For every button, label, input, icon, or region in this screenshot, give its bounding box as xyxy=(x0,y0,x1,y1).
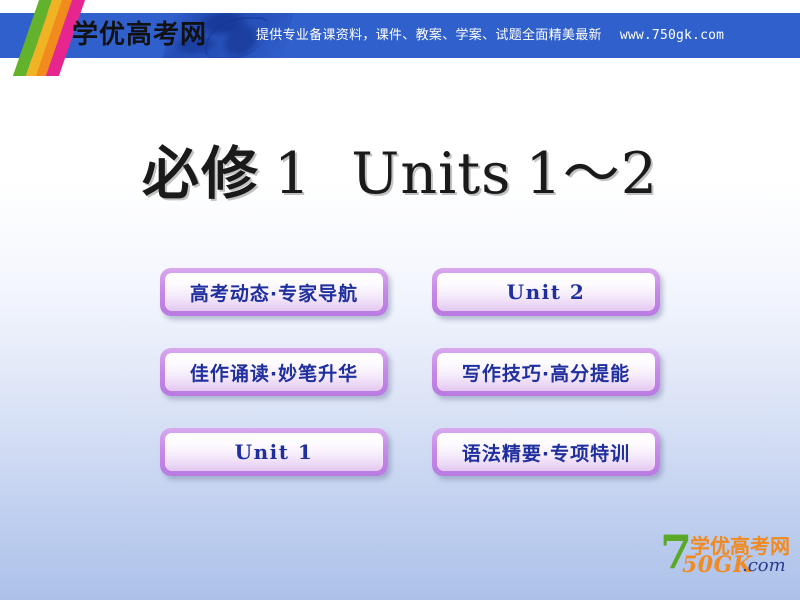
button-face: 佳作诵读·妙笔升华 xyxy=(165,353,383,391)
title-unit-range: 1～2 xyxy=(525,141,658,207)
title-english: Units xyxy=(351,141,512,207)
logo-text: 学优高考网 xyxy=(72,20,208,50)
button-face: 语法精要·专项特训 xyxy=(437,433,655,471)
site-watermark: 7 学优高考网 50GK .com xyxy=(660,527,792,579)
navigation-menu: 高考动态·专家导航 Unit 2 佳作诵读·妙笔升华 写作技巧·高分提能 Uni… xyxy=(160,268,660,488)
banner-promo-text: 提供专业备课资料，课件、教案、学案、试题全面精美最新 www.750gk.com xyxy=(256,13,724,58)
menu-button-writing-skills[interactable]: 写作技巧·高分提能 xyxy=(432,348,660,396)
button-face: Unit 1 xyxy=(165,433,383,471)
menu-button-label: 佳作诵读·妙笔升华 xyxy=(189,362,359,385)
button-face: 写作技巧·高分提能 xyxy=(437,353,655,391)
menu-button-recitation[interactable]: 佳作诵读·妙笔升华 xyxy=(160,348,388,396)
page-title: 必修 1 Units 1～2 xyxy=(0,128,800,210)
menu-button-grammar[interactable]: 语法精要·专项特训 xyxy=(432,428,660,476)
watermark-tld-text: .com xyxy=(742,555,786,576)
banner-promo-label: 提供专业备课资料，课件、教案、学案、试题全面精美最新 xyxy=(256,28,602,43)
menu-button-unit-2[interactable]: Unit 2 xyxy=(432,268,660,316)
title-chinese: 必修 xyxy=(142,141,261,207)
menu-button-label: 语法精要·专项特训 xyxy=(461,442,631,465)
menu-button-unit-1[interactable]: Unit 1 xyxy=(160,428,388,476)
banner-website-url[interactable]: www.750gk.com xyxy=(620,28,724,43)
title-book-number: 1 xyxy=(274,141,312,207)
button-face: Unit 2 xyxy=(437,273,655,311)
menu-button-label: Unit 2 xyxy=(506,280,586,304)
slide-canvas: 提供专业备课资料，课件、教案、学案、试题全面精美最新 www.750gk.com … xyxy=(0,0,800,600)
button-face: 高考动态·专家导航 xyxy=(165,273,383,311)
menu-button-label: 写作技巧·高分提能 xyxy=(461,362,631,385)
menu-button-gaokao-dynamics[interactable]: 高考动态·专家导航 xyxy=(160,268,388,316)
menu-button-label: 高考动态·专家导航 xyxy=(189,282,359,305)
site-logo[interactable]: 学优高考网 xyxy=(10,0,206,76)
menu-button-label: Unit 1 xyxy=(234,440,314,464)
